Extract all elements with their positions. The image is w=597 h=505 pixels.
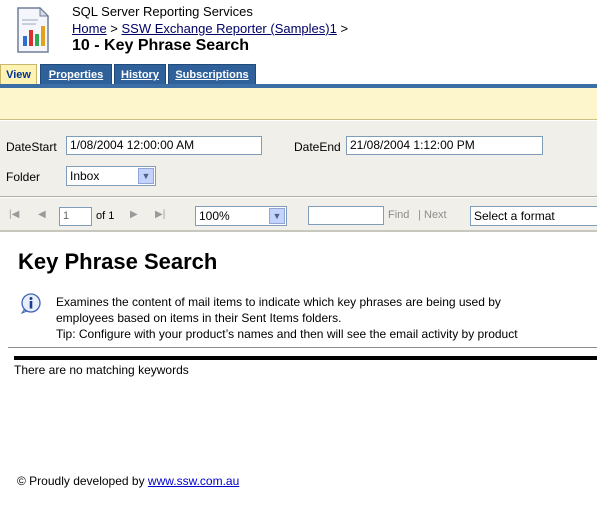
no-results-message: There are no matching keywords [14,363,189,377]
find-next-link[interactable]: Next [424,209,447,221]
page-number-input[interactable]: 1 [59,207,92,226]
tab-history[interactable]: History [114,64,166,85]
breadcrumb-separator: > [106,21,122,36]
page-count-label: of 1 [96,210,115,222]
tab-subscriptions[interactable]: Subscriptions [168,64,256,85]
folder-select[interactable]: Inbox ▼ [66,166,156,186]
chevron-down-icon[interactable]: ▼ [138,168,154,184]
breadcrumb: Home > SSW Exchange Reporter (Samples)1 … [72,21,348,36]
footer-link[interactable]: www.ssw.com.au [148,474,239,488]
next-page-icon[interactable]: ▶ [130,209,138,220]
footer-text: © Proudly developed by [17,474,148,488]
zoom-select-value: 100% [199,209,230,223]
export-format-value: Select a format [474,209,555,223]
parameter-panel: DateStart 1/08/2004 12:00:00 AM DateEnd … [0,121,597,197]
first-page-icon[interactable]: |◀ [9,209,19,220]
report-description: Examines the content of mail items to in… [56,294,518,342]
report-title: Key Phrase Search [18,249,218,274]
folder-select-value: Inbox [70,169,100,183]
previous-page-icon[interactable]: ◀ [38,209,46,220]
find-link[interactable]: Find [388,209,409,221]
tab-properties[interactable]: Properties [40,64,112,85]
footer: © Proudly developed by www.ssw.com.au [17,474,239,488]
zoom-select[interactable]: 100% ▼ [195,206,287,226]
page-title: 10 - Key Phrase Search [72,37,249,54]
chevron-down-icon[interactable]: ▼ [269,208,285,224]
info-icon [20,292,42,315]
divider [14,356,597,360]
toolbar-separator: | [418,209,421,221]
date-end-label: DateEnd [294,140,341,154]
export-format-select[interactable]: Select a format [470,206,597,226]
report-document-icon [12,6,52,54]
description-line: Examines the content of mail items to in… [56,295,501,309]
folder-label: Folder [6,170,41,184]
date-start-input[interactable]: 1/08/2004 12:00:00 AM [66,136,262,155]
tab-view[interactable]: View [0,64,37,85]
last-page-icon[interactable]: ▶| [155,209,165,220]
description-line: employees based on items in their Sent I… [56,311,342,325]
app-title: SQL Server Reporting Services [72,4,253,19]
tab-bar: View Properties History Subscriptions [0,64,597,85]
breadcrumb-home-link[interactable]: Home [72,21,107,36]
breadcrumb-separator: > [336,21,349,36]
divider [8,347,597,348]
report-toolbar: |◀ ◀ 1 of 1 ▶ ▶| 100% ▼ Find | Next Sele… [0,198,597,232]
description-tip: Tip: Configure with your product’s names… [56,327,518,341]
report-header: SQL Server Reporting Services Home > SSW… [0,0,597,62]
breadcrumb-folder-link[interactable]: SSW Exchange Reporter (Samples)1 [122,21,337,36]
view-toolbar-strip [0,88,597,120]
date-end-input[interactable]: 21/08/2004 1:12:00 PM [346,136,543,155]
find-text-input[interactable] [308,206,384,225]
date-start-label: DateStart [6,140,57,154]
